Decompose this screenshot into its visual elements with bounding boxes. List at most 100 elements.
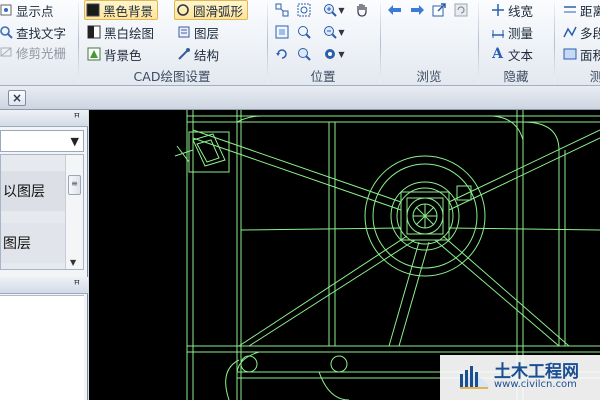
show-points-button[interactable]: 显示点 — [0, 0, 54, 20]
black-background-label: 黑色背景 — [103, 3, 154, 19]
area-icon — [562, 47, 577, 62]
ribbon-separator — [478, 2, 479, 84]
hand-pan-button[interactable] — [352, 0, 372, 20]
bw-draw-label: 黑白绘图 — [104, 25, 155, 41]
chevron-down-icon: ▼ — [338, 27, 345, 37]
show-points-label: 显示点 — [16, 3, 54, 19]
zoom-extent-button[interactable] — [294, 22, 314, 42]
bw-draw-icon — [86, 25, 101, 40]
zoom-out-button[interactable]: ▼ — [320, 22, 348, 42]
layers-panel: ꟸ ▼ 以图层 图层 ≡ ▼ ꟸ — [0, 110, 88, 400]
zoom-window-button[interactable] — [294, 0, 314, 20]
scroll-down-icon[interactable]: ▼ — [70, 258, 76, 267]
bw-draw-toggle[interactable]: 黑白绘图 — [86, 22, 154, 42]
find-text-button[interactable]: 查找文字 — [0, 22, 66, 42]
pin-icon[interactable]: ꟸ — [74, 111, 80, 124]
site-watermark: 土木工程网 www.civilcn.com — [440, 355, 600, 400]
chevron-down-icon: ▼ — [70, 135, 79, 148]
smooth-arc-toggle[interactable]: 圆滑弧形 — [174, 0, 249, 20]
view-options-icon — [325, 49, 336, 59]
zoom-extent-icon — [298, 26, 311, 39]
polyline-label: 多段 — [580, 25, 600, 41]
refresh-icon — [454, 3, 468, 17]
display-group: 显示点 查找文字 修剪光栅 — [0, 0, 76, 86]
structure-button[interactable]: 结构 — [176, 44, 219, 64]
trim-raster-icon — [0, 45, 13, 60]
line-width-label: 线宽 — [508, 3, 534, 19]
layer-filter-dropdown[interactable]: ▼ — [0, 130, 84, 152]
hide-group: 线宽 测量 A 文本 隐藏 — [480, 0, 552, 86]
refresh-button[interactable] — [451, 0, 471, 20]
area-label: 面积 — [580, 47, 600, 63]
black-background-toggle[interactable]: 黑色背景 — [84, 0, 159, 20]
arrow-left-icon — [388, 5, 401, 15]
list-item[interactable]: 图层 — [1, 223, 65, 263]
view-options-button[interactable]: ▼ — [320, 44, 348, 64]
scrollbar-thumb[interactable]: ≡ — [68, 175, 81, 195]
zoom-previous-icon — [298, 48, 311, 61]
civilcn-logo — [456, 358, 492, 392]
text-toggle[interactable]: A 文本 — [490, 44, 533, 64]
arrow-right-icon — [411, 5, 424, 15]
pan-window-icon — [275, 3, 289, 17]
structure-icon — [176, 47, 191, 62]
cad-settings-title: CAD绘图设置 — [133, 69, 211, 84]
back-button[interactable] — [385, 0, 405, 20]
scrollbar[interactable]: ≡ ▼ — [65, 155, 83, 269]
ribbon-separator — [554, 2, 555, 84]
text-label: 文本 — [508, 47, 534, 63]
zoom-previous-button[interactable] — [294, 44, 314, 64]
black-bg-icon — [85, 3, 100, 18]
layers-button[interactable]: 图层 — [176, 22, 219, 42]
polyline-button[interactable]: 多段 — [562, 22, 600, 42]
bg-color-icon — [86, 47, 101, 62]
trim-raster-label: 修剪光栅 — [16, 45, 67, 61]
pin-icon[interactable]: ꟸ — [74, 278, 80, 291]
zoom-in-icon — [324, 4, 338, 17]
area-button[interactable]: 面积 — [562, 44, 600, 64]
smooth-arc-icon — [175, 3, 190, 18]
watermark-url: www.civilcn.com — [494, 379, 577, 390]
position-title: 位置 — [310, 69, 336, 84]
chevron-down-icon: ▼ — [338, 5, 345, 15]
distance-icon — [562, 3, 577, 18]
forward-button[interactable] — [407, 0, 427, 20]
text-icon: A — [492, 46, 503, 62]
pan-window-button[interactable] — [272, 0, 292, 20]
background-color-button[interactable]: 背景色 — [86, 44, 142, 64]
polyline-icon — [562, 25, 577, 40]
rotate-button[interactable] — [272, 44, 292, 64]
zoom-in-button[interactable]: ▼ — [320, 0, 348, 20]
list-item-label: 以图层 — [3, 184, 45, 200]
ribbon-toolbar: 显示点 查找文字 修剪光栅 黑色背景 圆滑弧形 黑白绘图 图层 背景色 结构 C… — [0, 0, 600, 86]
measure-toggle[interactable]: 测量 — [490, 22, 533, 42]
position-group: ▼ ▼ ▼ 位置 — [268, 0, 378, 86]
layers-label: 图层 — [194, 25, 220, 41]
point-icon — [0, 3, 13, 18]
distance-label: 距离 — [580, 3, 600, 19]
ribbon-separator — [78, 2, 79, 84]
measure-label: 测量 — [508, 25, 534, 41]
panel-header-bottom: ꟸ — [0, 277, 88, 294]
fit-view-icon — [275, 25, 289, 39]
document-tab-strip: × — [0, 86, 600, 110]
close-icon: × — [11, 91, 23, 105]
layer-list: 以图层 图层 ≡ ▼ — [0, 154, 84, 270]
list-item[interactable]: 以图层 — [1, 171, 65, 211]
panel-header-top: ꟸ — [0, 110, 88, 127]
zoom-out-icon — [324, 26, 338, 39]
open-external-icon — [432, 3, 446, 17]
rotate-icon — [276, 49, 287, 59]
distance-button[interactable]: 距离 — [562, 0, 600, 20]
find-text-icon — [0, 25, 13, 40]
zoom-window-icon — [297, 3, 311, 17]
cad-settings-group: 黑色背景 圆滑弧形 黑白绘图 图层 背景色 结构 CAD绘图设置 — [80, 0, 266, 86]
trim-raster-button[interactable]: 修剪光栅 — [0, 42, 66, 62]
hide-title: 隐藏 — [503, 69, 529, 84]
fit-view-button[interactable] — [272, 22, 292, 42]
open-external-button[interactable] — [429, 0, 449, 20]
close-tab-button[interactable]: × — [8, 90, 26, 106]
list-item-label: 图层 — [3, 236, 31, 252]
chevron-down-icon: ▼ — [338, 49, 345, 59]
line-width-toggle[interactable]: 线宽 — [490, 0, 533, 20]
